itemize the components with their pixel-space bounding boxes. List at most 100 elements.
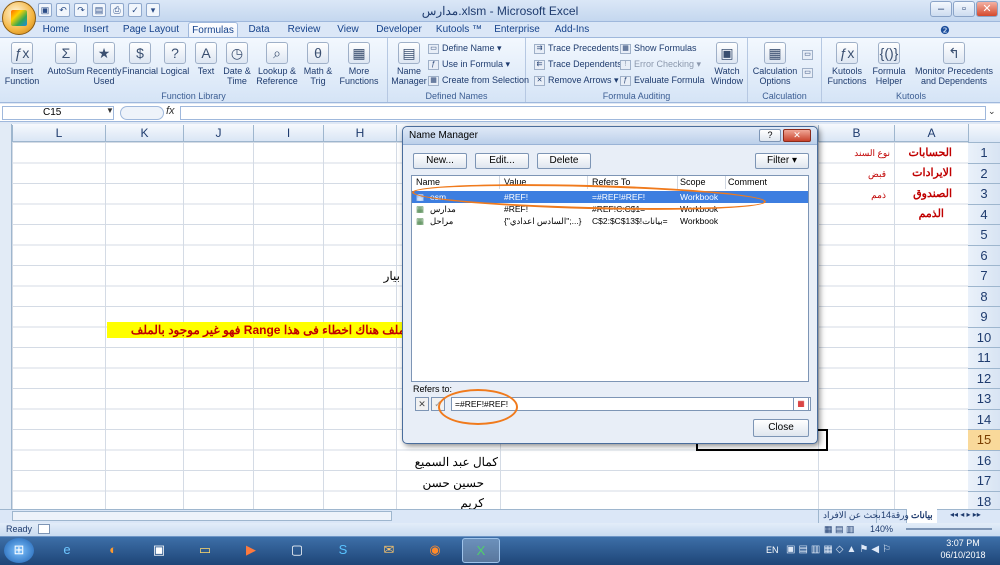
mail-icon[interactable]: ✉	[370, 538, 408, 563]
minimize-button[interactable]: –	[930, 1, 952, 17]
dialog-close-icon[interactable]: ✕	[783, 129, 811, 142]
error-checking-button[interactable]: ! Error Checking ▾	[620, 58, 701, 70]
calculate-now-icon[interactable]: ▭	[802, 48, 816, 60]
edit-button[interactable]: Edit...	[475, 153, 529, 169]
help-button[interactable]: ?	[759, 129, 781, 142]
tab-kutools[interactable]: Kutools ™	[434, 22, 484, 38]
macro-record-icon[interactable]	[38, 524, 50, 534]
tab-home[interactable]: Home	[38, 22, 74, 38]
new-button[interactable]: New...	[413, 153, 467, 169]
row-header[interactable]: 16	[968, 449, 1000, 470]
row-header[interactable]: 2	[968, 162, 1000, 183]
zoom-slider[interactable]	[906, 528, 992, 530]
show-formulas-button[interactable]: ▦ Show Formulas	[620, 42, 697, 54]
column-header-a[interactable]: A	[894, 125, 968, 142]
sheet-nav-icon[interactable]: ◂◂ ◂ ▸ ▸▸	[950, 510, 981, 519]
vertical-scrollbar[interactable]	[0, 124, 12, 510]
cell-a2[interactable]: الايرادات	[896, 166, 952, 179]
orange-app-icon[interactable]: ◐	[94, 538, 132, 563]
media-player-icon[interactable]: ▶	[232, 538, 270, 563]
row-header[interactable]: 9	[968, 306, 1000, 327]
skype-icon[interactable]: S	[324, 538, 362, 563]
quick-print-icon[interactable]: ⎙	[110, 3, 124, 17]
tab-data[interactable]: Data	[244, 22, 274, 38]
row-header[interactable]: 10	[968, 326, 1000, 347]
tab-developer[interactable]: Developer	[372, 22, 426, 38]
row-header[interactable]: 3	[968, 183, 1000, 204]
insert-function-button[interactable]: ƒx Insert Function	[2, 42, 42, 86]
name-manager-button[interactable]: ▤ Name Manager	[390, 42, 428, 86]
cancel-edit-icon[interactable]: ✕	[415, 397, 429, 411]
print-preview-icon[interactable]: ▤	[92, 3, 106, 17]
tab-formulas[interactable]: Formulas	[188, 22, 238, 38]
cell-g18[interactable]: كريم	[398, 496, 484, 510]
trace-precedents-button[interactable]: ⇉ Trace Precedents	[534, 42, 619, 54]
spelling-icon[interactable]: ✓	[128, 3, 142, 17]
column-header-h[interactable]: H	[323, 125, 396, 142]
monitor-precedents-button[interactable]: ↰ Monitor Precedents and Dependents	[910, 42, 998, 86]
tab-enterprise[interactable]: Enterprise	[490, 22, 544, 38]
tray-icons[interactable]: ▣▤▥▦◇▲⚑◀⚐	[786, 544, 894, 555]
language-indicator[interactable]: EN	[766, 545, 779, 555]
collapse-dialog-icon[interactable]: ▦	[793, 397, 809, 411]
calculate-sheet-icon[interactable]: ▭	[802, 66, 816, 78]
expand-formula-bar-icon[interactable]: ⌄	[988, 106, 996, 117]
row-header[interactable]: 6	[968, 244, 1000, 265]
evaluate-formula-button[interactable]: ƒ Evaluate Formula	[620, 74, 705, 86]
cell-a4[interactable]: الذمم	[896, 207, 944, 220]
fx-icon[interactable]: fx	[166, 105, 175, 117]
column-header-i[interactable]: I	[253, 125, 323, 142]
autosum-button[interactable]: Σ AutoSum	[46, 42, 86, 76]
row-header[interactable]: 11	[968, 347, 1000, 368]
more-functions-button[interactable]: ▦ More Functions	[336, 42, 382, 86]
excel-icon[interactable]: X	[462, 538, 500, 563]
close-button[interactable]: ✕	[976, 1, 998, 17]
horizontal-scrollbar[interactable]	[12, 511, 392, 521]
office-button[interactable]	[2, 1, 36, 35]
formula-helper-button[interactable]: {()} Formula Helper	[870, 42, 908, 86]
internet-explorer-icon[interactable]: e	[48, 538, 86, 563]
text-button[interactable]: A Text	[192, 42, 220, 76]
clock-date[interactable]: 06/10/2018	[930, 550, 996, 560]
cell-g16[interactable]: كمال عبد السميع	[398, 455, 498, 469]
namebox-dropdown-icon[interactable]: ▼	[106, 106, 114, 115]
save-icon[interactable]: ▣	[38, 3, 52, 17]
firefox-icon[interactable]: ◉	[416, 538, 454, 563]
cell-a3[interactable]: الصندوق	[896, 187, 952, 200]
select-all-corner[interactable]	[968, 124, 1000, 142]
sheet-tab-search[interactable]: بحث عن الافراد	[818, 509, 885, 523]
use-in-formula-button[interactable]: ƒ Use in Formula ▾	[428, 58, 510, 70]
view-buttons[interactable]: ▦ ▤ ▥	[824, 523, 855, 535]
row-header[interactable]: 4	[968, 203, 1000, 224]
row-header[interactable]: 18	[968, 490, 1000, 509]
remove-arrows-button[interactable]: ✕ Remove Arrows ▾	[534, 74, 619, 86]
math-trig-button[interactable]: θ Math & Trig	[300, 42, 336, 86]
cell-g17[interactable]: حسين حسن	[398, 476, 484, 490]
create-from-selection-button[interactable]: ▦ Create from Selection	[428, 74, 529, 86]
row-header[interactable]: 17	[968, 470, 1000, 491]
filter-button[interactable]: Filter ▾	[755, 153, 809, 169]
clock-time[interactable]: 3:07 PM	[930, 538, 996, 548]
undo-icon[interactable]: ↶	[56, 3, 70, 17]
column-header-k[interactable]: K	[105, 125, 183, 142]
row-header[interactable]: 7	[968, 265, 1000, 286]
row-header[interactable]: 13	[968, 388, 1000, 409]
lookup-reference-button[interactable]: ⌕ Lookup & Reference	[254, 42, 300, 86]
cell-h6[interactable]: بيار	[340, 269, 400, 283]
help-icon[interactable]: ❷	[940, 24, 950, 37]
tab-insert[interactable]: Insert	[78, 22, 114, 38]
row-header[interactable]: 8	[968, 285, 1000, 306]
financial-button[interactable]: $ Financial	[122, 42, 158, 76]
cell-b2[interactable]: قبض	[820, 169, 886, 180]
row-header[interactable]: 1	[968, 142, 1000, 163]
column-header-l[interactable]: L	[12, 125, 105, 142]
row-header[interactable]: 12	[968, 367, 1000, 388]
zoom-level[interactable]: 140%	[870, 523, 893, 535]
column-header-b[interactable]: B	[818, 125, 894, 142]
cell-b3[interactable]: ذمم	[820, 190, 886, 201]
network-app-icon[interactable]: ▣	[140, 538, 178, 563]
cell-a1[interactable]: الحسابات	[896, 146, 952, 159]
date-time-button[interactable]: ◷ Date & Time	[220, 42, 254, 86]
tab-view[interactable]: View	[332, 22, 364, 38]
window-icon[interactable]: ▢	[278, 538, 316, 563]
